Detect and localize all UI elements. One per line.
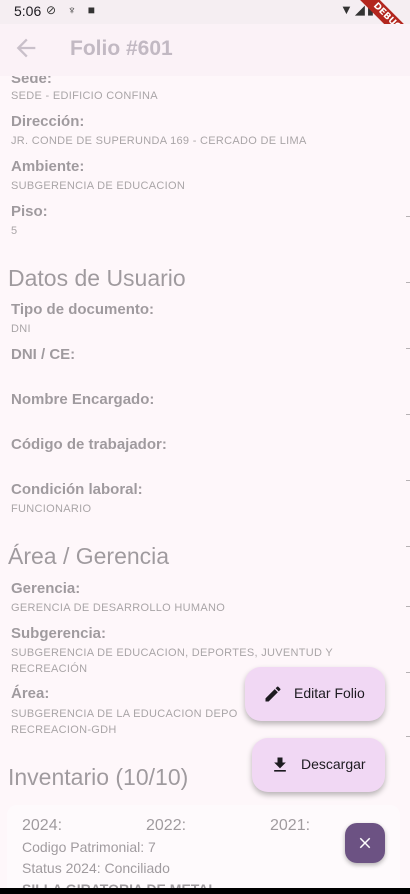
scroll-tick xyxy=(406,414,410,415)
field-label-ambiente: Ambiente: xyxy=(11,158,85,175)
field-value-tipo-documento: DNI xyxy=(11,323,31,335)
field-label-nombre-encargado: Nombre Encargado: xyxy=(11,391,155,408)
field-label-tipo-documento: Tipo de documento: xyxy=(11,301,155,318)
scroll-tick xyxy=(406,736,410,737)
inventory-year-2024: 2024: xyxy=(22,817,63,834)
section-title-usuario: Datos de Usuario xyxy=(8,265,186,291)
close-fab-button[interactable] xyxy=(345,823,385,863)
scroll-tick xyxy=(406,282,410,283)
field-label-gerencia: Gerencia: xyxy=(11,580,81,597)
field-label-condicion-laboral: Condición laboral: xyxy=(11,481,143,498)
page-title: Folio #601 xyxy=(70,37,173,60)
inventory-status: Status 2024: Conciliado xyxy=(22,860,170,876)
field-value-sede: SEDE - EDIFICIO CONFINA xyxy=(11,90,158,102)
scroll-tick xyxy=(406,216,410,217)
inventory-codigo: Codigo Patrimonial: 7 xyxy=(22,839,156,855)
field-value-direccion: JR. CONDE DE SUPERUNDA 169 - CERCADO DE … xyxy=(11,135,307,147)
pencil-icon xyxy=(265,686,281,702)
field-value-condicion-laboral: FUNCIONARIO xyxy=(11,503,92,515)
section-title-inventario: Inventario (10/10) xyxy=(8,764,189,790)
inventory-card[interactable]: 2024: 2022: 2021: Codigo Patrimonial: 7 … xyxy=(7,805,400,894)
edit-folio-button[interactable]: Editar Folio xyxy=(245,667,385,721)
field-value-subgerencia-line2: RECREACIÓN xyxy=(11,663,88,675)
field-value-area: SUBGERENCIA DE LA EDUCACION DEPO xyxy=(11,708,238,720)
scroll-tick xyxy=(406,672,410,673)
edit-folio-label: Editar Folio xyxy=(294,685,365,701)
inventory-year-2021: 2021: xyxy=(270,817,311,834)
field-label-direccion: Dirección: xyxy=(11,113,85,130)
download-label: Descargar xyxy=(301,756,366,772)
field-label-subgerencia: Subgerencia: xyxy=(11,625,107,642)
notification-icons: ⊘ ♆ ■ xyxy=(46,3,99,17)
download-icon xyxy=(274,757,286,772)
field-label-dni: DNI / CE: xyxy=(11,346,76,363)
field-label-codigo-trabajador: Código de trabajador: xyxy=(11,436,167,453)
scroll-tick xyxy=(406,606,410,607)
scroll-tick xyxy=(406,480,410,481)
field-value-area-line2: RECREACION-GDH xyxy=(11,724,117,736)
section-title-area: Área / Gerencia xyxy=(8,543,170,569)
field-label-area: Área: xyxy=(11,685,50,702)
inventory-year-2022: 2022: xyxy=(146,817,187,834)
field-value-gerencia: GERENCIA DE DESARROLLO HUMANO xyxy=(11,602,226,614)
field-label-sede: Sede: xyxy=(11,76,52,87)
field-value-piso: 5 xyxy=(11,225,18,237)
scroll-tick xyxy=(406,348,410,349)
scroll-tick xyxy=(406,546,410,547)
system-nav-bar xyxy=(0,888,410,894)
field-value-subgerencia: SUBGERENCIA DE EDUCACION, DEPORTES, JUVE… xyxy=(11,647,334,659)
download-button[interactable]: Descargar xyxy=(252,738,385,792)
field-label-piso: Piso: xyxy=(11,203,48,220)
app-bar: Folio #601 xyxy=(0,24,410,76)
back-arrow-icon[interactable] xyxy=(12,34,40,62)
status-time: 5:06 xyxy=(14,3,42,19)
field-value-ambiente: SUBGERENCIA DE EDUCACION xyxy=(11,180,186,192)
close-icon xyxy=(359,837,371,849)
status-bar: 5:06 ⊘ ♆ ■ ▼◢▮ xyxy=(0,0,410,24)
